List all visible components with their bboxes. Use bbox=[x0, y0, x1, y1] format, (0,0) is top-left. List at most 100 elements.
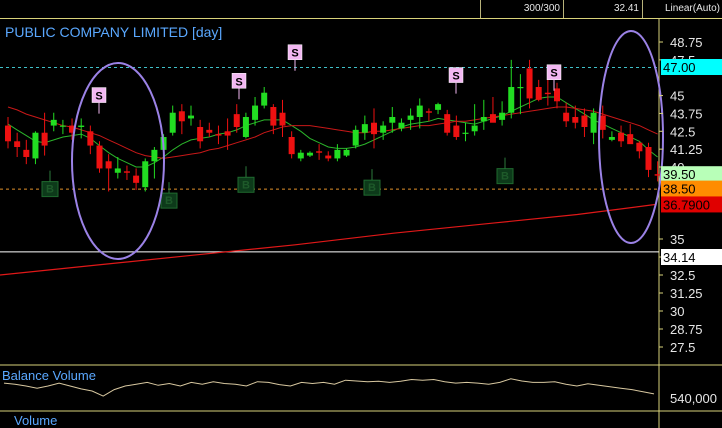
y-tick-label: 31.25 bbox=[670, 286, 703, 301]
candle bbox=[242, 112, 249, 139]
candle bbox=[535, 79, 542, 102]
candle bbox=[480, 99, 487, 130]
candle bbox=[371, 108, 377, 149]
svg-text:B: B bbox=[368, 182, 376, 194]
svg-text:47.00: 47.00 bbox=[663, 60, 696, 75]
price-chart: SSSSSBBBBB 48.7547.54543.7542.541.254035… bbox=[0, 19, 722, 428]
candle bbox=[453, 115, 460, 140]
sell-signal: S bbox=[91, 87, 107, 114]
candle bbox=[32, 131, 39, 165]
candle bbox=[261, 87, 268, 109]
svg-text:B: B bbox=[165, 195, 173, 207]
candle bbox=[114, 157, 121, 179]
candle bbox=[297, 149, 304, 162]
candle bbox=[544, 79, 551, 106]
y-tick-label: 30 bbox=[670, 304, 684, 319]
y-tick-label: 43.75 bbox=[670, 106, 703, 121]
sell-signal: S bbox=[448, 67, 464, 94]
buy-signal: B bbox=[41, 170, 59, 198]
candle bbox=[608, 131, 615, 142]
svg-text:B: B bbox=[501, 171, 509, 183]
price-tag: 47.00 bbox=[661, 59, 722, 75]
chart-title: PUBLIC COMPANY LIMITED [day] bbox=[5, 24, 223, 40]
candle bbox=[618, 125, 625, 147]
svg-text:B: B bbox=[46, 184, 54, 196]
svg-text:39.50: 39.50 bbox=[663, 167, 696, 182]
candle bbox=[398, 118, 405, 132]
svg-text:S: S bbox=[235, 76, 242, 88]
candle bbox=[105, 154, 112, 192]
candle bbox=[14, 132, 21, 157]
svg-text:S: S bbox=[452, 71, 459, 83]
price-tag: 34.14 bbox=[661, 249, 722, 265]
candle bbox=[489, 97, 496, 123]
candle bbox=[343, 148, 350, 157]
candle bbox=[352, 125, 359, 149]
balance-volume-title: Balance Volume bbox=[2, 368, 96, 383]
candle bbox=[389, 107, 396, 133]
volume-title: Volume bbox=[14, 413, 58, 428]
candle bbox=[563, 102, 570, 127]
svg-text:34.14: 34.14 bbox=[663, 250, 696, 265]
candle bbox=[215, 125, 222, 145]
candle bbox=[197, 119, 204, 149]
candle bbox=[361, 115, 368, 140]
candle bbox=[50, 112, 57, 132]
sell-signal: S bbox=[546, 64, 562, 91]
candle bbox=[306, 151, 313, 157]
candle bbox=[252, 97, 259, 126]
y-tick-label: 42.5 bbox=[670, 124, 695, 139]
buy-signal: B bbox=[237, 166, 255, 193]
candle bbox=[508, 59, 515, 119]
candle bbox=[462, 122, 469, 142]
y-tick-label: 41.25 bbox=[670, 142, 703, 157]
volume-tick-label: 540,000 bbox=[670, 391, 717, 406]
candle bbox=[425, 108, 432, 122]
svg-text:B: B bbox=[242, 179, 250, 191]
buy-signal: B bbox=[496, 157, 514, 185]
candle bbox=[627, 124, 634, 145]
y-tick-label: 28.75 bbox=[670, 322, 703, 337]
candle bbox=[133, 168, 140, 191]
svg-text:S: S bbox=[550, 68, 557, 80]
candle bbox=[499, 101, 506, 126]
candle bbox=[59, 119, 66, 135]
price-tag: 39.50 bbox=[661, 166, 722, 183]
sell-signal: S bbox=[231, 73, 247, 100]
svg-text:38.50: 38.50 bbox=[663, 182, 696, 197]
candle bbox=[288, 131, 295, 159]
y-tick-label: 45 bbox=[670, 89, 684, 104]
price-tag: 36.7900 bbox=[661, 196, 722, 213]
y-tick-label: 35 bbox=[670, 232, 684, 247]
candle bbox=[142, 158, 149, 192]
candle bbox=[123, 165, 130, 180]
price-tag: 38.50 bbox=[661, 180, 722, 197]
candle bbox=[178, 104, 185, 135]
svg-text:S: S bbox=[95, 91, 102, 103]
candle bbox=[151, 147, 158, 179]
candle bbox=[435, 102, 442, 115]
candle bbox=[5, 117, 11, 149]
candle bbox=[645, 142, 652, 178]
y-tick-label: 32.5 bbox=[670, 268, 695, 283]
candle bbox=[526, 59, 533, 109]
candle bbox=[554, 82, 560, 109]
candle bbox=[325, 151, 332, 162]
candle bbox=[590, 108, 597, 145]
candle bbox=[206, 122, 213, 137]
candle bbox=[444, 109, 451, 136]
candle bbox=[279, 99, 286, 137]
y-tick-label: 48.75 bbox=[670, 35, 703, 50]
candle bbox=[636, 141, 643, 159]
candle bbox=[416, 98, 423, 129]
svg-text:36.7900: 36.7900 bbox=[663, 197, 710, 212]
candle bbox=[87, 125, 94, 155]
buy-signal: B bbox=[363, 169, 381, 196]
candle bbox=[96, 141, 103, 173]
svg-text:S: S bbox=[291, 48, 298, 60]
candle bbox=[169, 105, 176, 136]
long-ma-line bbox=[0, 203, 657, 276]
balance-volume-line bbox=[3, 378, 655, 397]
candle bbox=[316, 144, 323, 160]
y-tick-label: 27.5 bbox=[670, 340, 695, 355]
